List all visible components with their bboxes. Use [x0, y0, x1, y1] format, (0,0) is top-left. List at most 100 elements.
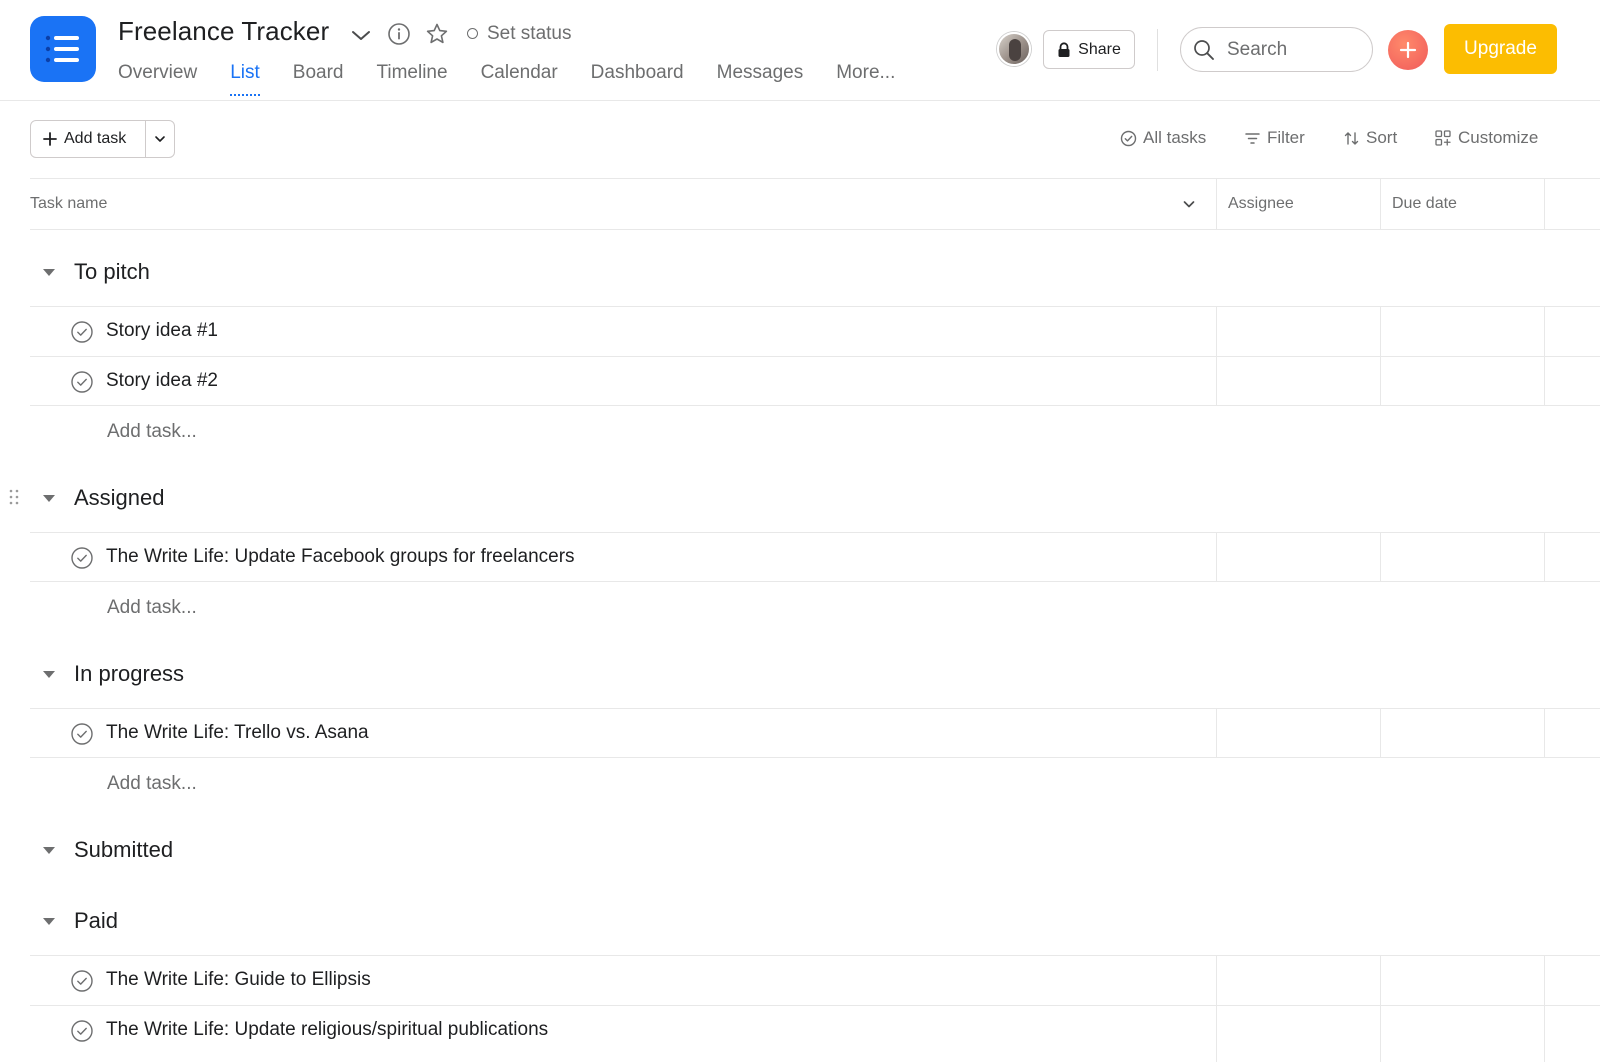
section-in-progress: In progress [30, 656, 1600, 692]
section-title[interactable]: In progress [74, 661, 184, 687]
check-circle-icon[interactable] [71, 970, 93, 992]
row-divider [30, 405, 1600, 406]
add-task-dropdown[interactable] [146, 121, 174, 157]
column-assignee[interactable]: Assignee [1228, 179, 1294, 229]
check-circle-icon [1120, 130, 1137, 146]
collapse-caret-icon[interactable] [43, 670, 55, 678]
row-divider [30, 581, 1600, 582]
column-divider [1380, 532, 1381, 582]
filter-button[interactable]: Filter [1244, 128, 1305, 148]
plus-icon [43, 132, 57, 146]
member-avatar[interactable] [997, 32, 1031, 66]
add-task-inline[interactable]: Add task... [107, 597, 197, 619]
table-row[interactable]: The Write Life: Update religious/spiritu… [30, 1005, 1600, 1062]
task-name[interactable]: Story idea #1 [106, 320, 218, 342]
tab-list[interactable]: List [230, 62, 260, 96]
task-name[interactable]: The Write Life: Update religious/spiritu… [106, 1019, 548, 1041]
top-header: Freelance Tracker Set status Overview Li… [0, 0, 1600, 101]
table-row[interactable]: Story idea #2 [30, 356, 1600, 406]
collapse-caret-icon[interactable] [43, 268, 55, 276]
table-row[interactable]: The Write Life: Trello vs. Asana [30, 708, 1600, 758]
set-status-button[interactable]: Set status [487, 23, 572, 45]
share-button[interactable]: Share [1043, 30, 1135, 69]
quick-add-button[interactable] [1388, 30, 1428, 70]
row-divider [30, 757, 1600, 758]
tab-more[interactable]: More... [836, 62, 895, 96]
task-name[interactable]: The Write Life: Guide to Ellipsis [106, 969, 371, 991]
section-title[interactable]: Paid [74, 908, 118, 934]
section-title[interactable]: Submitted [74, 837, 173, 863]
header-divider [1157, 29, 1158, 71]
filter-icon [1245, 132, 1260, 144]
chevron-down-icon [155, 136, 165, 142]
column-divider [1544, 708, 1545, 758]
column-due-date[interactable]: Due date [1392, 179, 1457, 229]
column-divider [1216, 708, 1217, 758]
task-name[interactable]: The Write Life: Trello vs. Asana [106, 722, 369, 744]
sort-icon [1344, 131, 1359, 145]
check-circle-icon[interactable] [71, 723, 93, 745]
search-field[interactable] [1180, 27, 1373, 72]
info-icon[interactable] [387, 22, 411, 51]
column-divider [1544, 955, 1545, 1062]
column-options-button[interactable] [1182, 179, 1196, 229]
tab-timeline[interactable]: Timeline [376, 62, 447, 96]
sort-label: Sort [1366, 128, 1398, 147]
column-header-row: Task name Assignee Due date [30, 178, 1600, 230]
share-label: Share [1078, 40, 1121, 58]
tab-board[interactable]: Board [293, 62, 344, 96]
collapse-caret-icon[interactable] [43, 917, 55, 925]
project-list-icon[interactable] [30, 16, 96, 82]
column-divider [1216, 306, 1217, 406]
drag-handle-icon[interactable] [9, 489, 19, 510]
column-divider [1544, 532, 1545, 582]
add-task-button-group: Add task [30, 120, 175, 158]
customize-button[interactable]: Customize [1434, 128, 1538, 148]
upgrade-button[interactable]: Upgrade [1444, 24, 1557, 74]
section-assigned: Assigned [30, 480, 1600, 516]
all-tasks-label: All tasks [1143, 128, 1207, 147]
all-tasks-filter[interactable]: All tasks [1120, 128, 1206, 148]
customize-grid-icon [1435, 130, 1451, 146]
project-tabs: Overview List Board Timeline Calendar Da… [118, 62, 928, 96]
tab-dashboard[interactable]: Dashboard [591, 62, 684, 96]
section-title[interactable]: To pitch [74, 259, 150, 285]
lock-icon [1058, 41, 1070, 57]
add-task-label: Add task [64, 130, 127, 147]
column-divider [1380, 178, 1381, 230]
filter-label: Filter [1267, 128, 1305, 147]
column-task-name[interactable]: Task name [30, 179, 107, 229]
column-divider [1380, 306, 1381, 406]
tab-overview[interactable]: Overview [118, 62, 197, 96]
check-circle-icon[interactable] [71, 371, 93, 393]
tab-calendar[interactable]: Calendar [481, 62, 558, 96]
check-circle-icon[interactable] [71, 321, 93, 343]
check-circle-icon[interactable] [71, 547, 93, 569]
section-to-pitch: To pitch [30, 254, 1600, 290]
task-name[interactable]: The Write Life: Update Facebook groups f… [106, 546, 575, 568]
column-divider [1380, 708, 1381, 758]
add-task-inline[interactable]: Add task... [107, 773, 197, 795]
section-submitted: Submitted [30, 832, 1600, 868]
add-task-inline[interactable]: Add task... [107, 421, 197, 443]
table-row[interactable]: Story idea #1 [30, 306, 1600, 356]
plus-icon [1399, 41, 1417, 59]
search-input[interactable] [1227, 38, 1357, 61]
sort-button[interactable]: Sort [1343, 128, 1397, 148]
column-divider [1544, 306, 1545, 406]
column-divider [1216, 178, 1217, 230]
section-title[interactable]: Assigned [74, 485, 165, 511]
table-row[interactable]: The Write Life: Update Facebook groups f… [30, 532, 1600, 582]
status-circle-icon [467, 28, 478, 39]
collapse-caret-icon[interactable] [43, 494, 55, 502]
column-divider [1544, 178, 1545, 230]
collapse-caret-icon[interactable] [43, 846, 55, 854]
table-row[interactable]: The Write Life: Guide to Ellipsis [30, 955, 1600, 1005]
task-name[interactable]: Story idea #2 [106, 370, 218, 392]
tab-messages[interactable]: Messages [717, 62, 804, 96]
add-task-button[interactable]: Add task [31, 121, 146, 157]
check-circle-icon[interactable] [71, 1020, 93, 1042]
star-icon[interactable] [425, 22, 449, 51]
column-divider [1216, 955, 1217, 1062]
chevron-down-icon[interactable] [350, 24, 372, 51]
